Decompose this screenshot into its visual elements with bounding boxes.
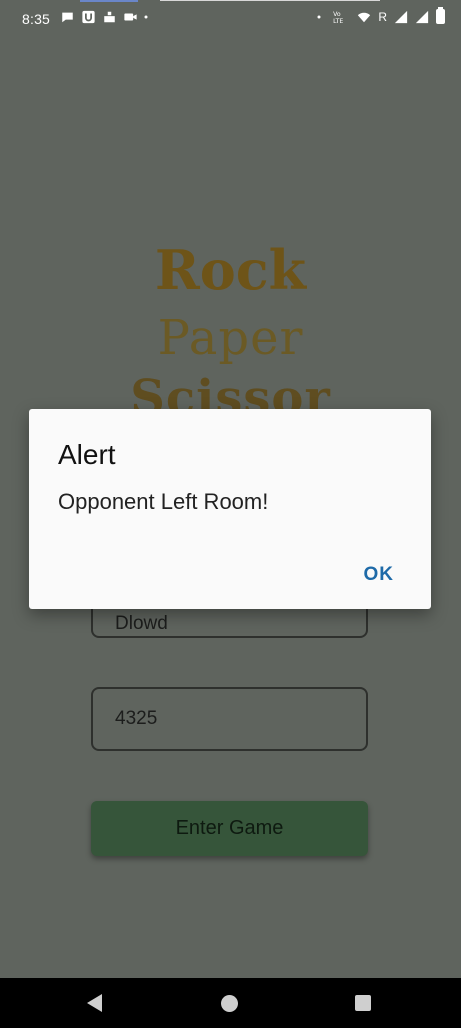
status-time: 8:35: [22, 11, 51, 27]
video-icon: [124, 13, 137, 21]
title-rock: Rock: [154, 238, 307, 302]
battery-icon: [436, 7, 445, 24]
message-icon: [62, 12, 73, 23]
roaming-label: R: [378, 9, 387, 24]
alert-title: Alert: [58, 439, 116, 470]
name-field-value: Dlowd: [115, 613, 168, 634]
enter-game-button[interactable]: Enter Game: [91, 801, 368, 856]
title-paper: Paper: [157, 310, 304, 366]
room-code-value: 4325: [115, 708, 158, 729]
status-right-icons: Vo LTE R: [317, 7, 445, 24]
back-icon[interactable]: [87, 994, 102, 1012]
enter-game-label: Enter Game: [175, 817, 284, 839]
ok-button[interactable]: OK: [364, 564, 395, 586]
home-icon[interactable]: [221, 995, 238, 1012]
notification-icon: [104, 11, 115, 23]
signal-icon: [415, 10, 429, 23]
volte-icon: VoLTE: [333, 11, 343, 24]
recents-icon[interactable]: [355, 995, 371, 1011]
wifi-icon: [358, 12, 371, 22]
dot-icon: [144, 15, 148, 19]
room-code-field[interactable]: 4325: [91, 687, 368, 751]
signal-icon: [394, 10, 408, 23]
status-bar: 8:35 Vo LTE R: [0, 0, 461, 38]
status-left-icons: [60, 10, 152, 24]
alert-message: Opponent Left Room!: [58, 489, 269, 514]
alert-dialog: Alert Opponent Left Room! OK: [29, 409, 431, 609]
u-app-icon: [82, 10, 95, 24]
svg-text:Vo: Vo: [333, 11, 341, 18]
dot-icon: [317, 15, 321, 18]
navigation-bar: [0, 978, 461, 1028]
svg-text:LTE: LTE: [333, 18, 343, 24]
